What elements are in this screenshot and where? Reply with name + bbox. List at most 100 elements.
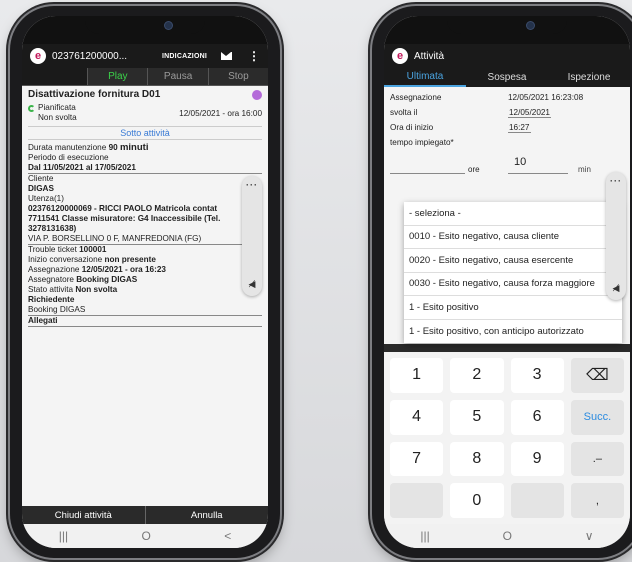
mail-icon[interactable] — [221, 52, 232, 60]
mute-icon[interactable]: ◀̸ — [613, 283, 620, 294]
option-select[interactable]: - seleziona - — [404, 202, 622, 226]
utenza-line-2: 7711541 Classe misuratore: G4 Inaccessib… — [28, 214, 221, 223]
back-button[interactable]: < — [224, 529, 231, 543]
option-0020[interactable]: 0020 - Esito negativo, causa esercente — [404, 249, 622, 273]
assignment-label: Assegnazione — [28, 265, 80, 274]
mute-icon[interactable]: ◀̸ — [249, 279, 256, 290]
key-2[interactable]: 2 — [450, 358, 504, 393]
key-0[interactable]: 0 — [450, 483, 504, 518]
camera-icon — [526, 22, 534, 29]
right-screen: e Attività Ultimata Sospesa Ispezione As… — [384, 16, 630, 548]
option-0030[interactable]: 0030 - Esito negativo, causa forza maggi… — [404, 273, 622, 296]
client-value: DIGAS — [28, 184, 54, 193]
cancel-button[interactable]: Annulla — [144, 506, 269, 524]
activity-details: Disattivazione fornitura D01 Pianificata… — [22, 86, 268, 329]
time-spent-label: tempo impiegato* — [390, 138, 454, 147]
key-8[interactable]: 8 — [450, 441, 504, 477]
utenza-label: Utenza(1) — [28, 194, 64, 203]
play-button[interactable]: Play — [87, 68, 147, 85]
schedule-date: 12/05/2021 - ora 16:00 — [179, 109, 262, 118]
completion-form: Assegnazione 12/05/2021 16:23:08 svolta … — [384, 87, 630, 177]
key-empty-left — [390, 483, 444, 518]
more-icon[interactable]: ··· — [610, 177, 622, 186]
minutes-field[interactable]: 10 — [508, 156, 568, 174]
ticket-value: 100001 — [79, 245, 107, 254]
minutes-unit: min — [578, 165, 591, 174]
tab-suspended[interactable]: Sospesa — [466, 68, 548, 87]
duration-unit: minuti — [119, 143, 149, 153]
option-0010[interactable]: 0010 - Esito negativo, causa cliente — [404, 226, 622, 249]
right-phone: e Attività Ultimata Sospesa Ispezione As… — [372, 6, 632, 558]
outcome-dropdown[interactable]: - seleziona - 0010 - Esito negativo, cau… — [404, 202, 622, 343]
next-key[interactable]: Succ. — [570, 399, 624, 435]
camera-icon — [164, 22, 172, 29]
hours-unit: ore — [468, 165, 480, 174]
notch — [447, 16, 567, 34]
key-9[interactable]: 9 — [510, 441, 564, 477]
key-empty-right — [510, 483, 564, 518]
assigner-value: Booking DIGAS — [76, 275, 138, 284]
period-label: Periodo di esecuzione — [28, 153, 109, 162]
app-bar: e 023761200000... INDICAZIONI ⋮ — [22, 44, 268, 68]
done-date-label: svolta il — [390, 108, 418, 117]
client-label: Cliente — [28, 174, 54, 183]
system-nav-bar: ||| O ∨ — [384, 524, 630, 548]
done-date-field[interactable]: 12/05/2021 — [508, 108, 551, 118]
app-logo-icon[interactable]: e — [30, 48, 46, 64]
left-phone: e 023761200000... INDICAZIONI ⋮ Play Pau… — [10, 6, 280, 558]
recents-button[interactable]: ||| — [420, 529, 429, 543]
assigner-label: Assegnatore — [28, 275, 74, 284]
pause-button[interactable]: Pausa — [147, 68, 207, 85]
option-positive[interactable]: 1 - Esito positivo — [404, 296, 622, 320]
app-bar: e Attività — [384, 44, 630, 68]
app-title: 023761200000... — [52, 50, 128, 62]
utenza-line-3: 3278131638) — [28, 224, 77, 233]
attachments-label[interactable]: Allegati — [28, 316, 262, 327]
tab-inspection[interactable]: Ispezione — [548, 68, 630, 87]
ticket-label: Trouble ticket — [28, 245, 77, 254]
outcome-tabs: Ultimata Sospesa Ispezione — [384, 68, 630, 87]
more-menu-icon[interactable]: ⋮ — [248, 50, 260, 62]
conversation-label: Inizio conversazione — [28, 255, 103, 264]
app-logo-icon[interactable]: e — [392, 48, 408, 64]
backspace-icon[interactable]: ⌫ — [570, 358, 624, 393]
playback-controls: Play Pausa Stop — [22, 68, 268, 86]
start-time-field[interactable]: 16:27 — [508, 123, 531, 133]
assignment-label: Assegnazione — [390, 93, 442, 102]
key-7[interactable]: 7 — [390, 441, 444, 477]
key-6[interactable]: 6 — [510, 399, 564, 435]
sub-activities-tab[interactable]: Sotto attività — [28, 126, 262, 140]
close-activity-button[interactable]: Chiudi attività — [22, 506, 145, 524]
duration-label: Durata manutenzione — [28, 143, 107, 152]
home-button[interactable]: O — [503, 529, 512, 543]
floating-call-panel[interactable]: ··· ◀̸ — [242, 176, 262, 296]
key-3[interactable]: 3 — [510, 358, 564, 393]
assignment-value: 12/05/2021 - ora 16:23 — [81, 265, 166, 274]
key-5[interactable]: 5 — [450, 399, 504, 435]
system-nav-bar: ||| O < — [22, 524, 268, 548]
app-title: Attività — [414, 50, 445, 62]
directions-button[interactable]: INDICAZIONI — [162, 53, 207, 60]
home-button[interactable]: O — [141, 529, 150, 543]
duration-value: 90 — [108, 143, 118, 152]
utenza-line-1: 02376120000069 - RICCI PAOLO Matricola c… — [28, 204, 218, 213]
key-4[interactable]: 4 — [390, 399, 444, 435]
conversation-value: non presente — [104, 255, 156, 264]
hide-keyboard-button[interactable]: ∨ — [585, 529, 594, 543]
key-dot-minus[interactable]: .– — [570, 441, 624, 477]
left-screen: e 023761200000... INDICAZIONI ⋮ Play Pau… — [22, 16, 268, 548]
numeric-keypad: 1 2 3 ⌫ 4 5 6 Succ. 7 8 9 .– 0 , — [384, 344, 630, 524]
stop-button[interactable]: Stop — [207, 68, 268, 85]
recents-button[interactable]: ||| — [59, 529, 68, 543]
more-icon[interactable]: ··· — [246, 181, 258, 190]
map-pin-icon[interactable] — [252, 90, 262, 100]
key-comma[interactable]: , — [570, 483, 624, 518]
status-not-done: Non svolta — [38, 113, 77, 122]
option-positive-early[interactable]: 1 - Esito positivo, con anticipo autoriz… — [404, 320, 622, 344]
activity-status-label: Stato attivita — [28, 285, 74, 294]
floating-call-panel[interactable]: ··· ◀̸ — [606, 172, 626, 300]
hours-field[interactable] — [390, 156, 465, 174]
key-1[interactable]: 1 — [390, 358, 444, 393]
task-title: Disattivazione fornitura D01 — [28, 89, 161, 100]
tab-completed[interactable]: Ultimata — [384, 68, 466, 87]
